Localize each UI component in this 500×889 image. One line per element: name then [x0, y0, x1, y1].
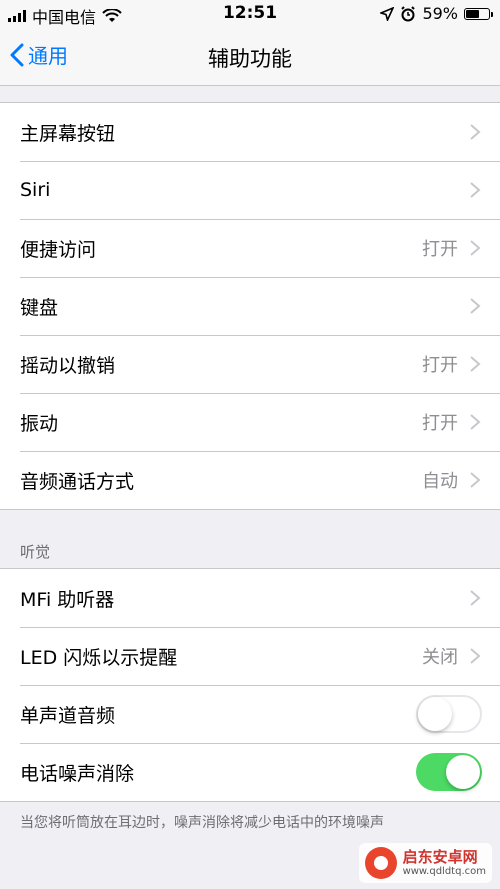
section-header-label: 听觉	[20, 543, 51, 561]
row-call-audio-routing[interactable]: 音频通话方式 自动	[0, 451, 500, 509]
chevron-right-icon	[470, 414, 481, 430]
row-label: 电话噪声消除	[20, 762, 135, 785]
row-label: 振动	[20, 412, 59, 435]
row-label: LED 闪烁以示提醒	[20, 646, 178, 669]
row-value: 打开	[422, 413, 458, 434]
alarm-icon	[401, 5, 416, 21]
status-bar: 中国电信 12:51 59%	[0, 0, 500, 30]
row-phone-noise-cancellation: 电话噪声消除	[0, 743, 500, 801]
row-value: 打开	[422, 355, 458, 376]
battery-percent: 59%	[422, 4, 458, 23]
row-value: 自动	[422, 471, 458, 492]
row-label: 单声道音频	[20, 704, 116, 727]
row-mfi-hearing-devices[interactable]: MFi 助听器	[0, 569, 500, 627]
chevron-right-icon	[470, 590, 481, 606]
toggle-knob	[418, 697, 452, 731]
row-label: 便捷访问	[20, 238, 97, 261]
watermark-logo-icon	[364, 847, 397, 879]
row-home-button[interactable]: 主屏幕按钮	[0, 103, 500, 161]
watermark-url: www.qdldtq.com	[402, 865, 486, 877]
chevron-right-icon	[470, 356, 481, 372]
row-reachability[interactable]: 便捷访问 打开	[0, 219, 500, 277]
hearing-settings-group: MFi 助听器 LED 闪烁以示提醒 关闭 单声道音频 电话噪声消除	[0, 568, 500, 802]
page-title: 辅助功能	[208, 47, 292, 71]
toggle-knob	[446, 755, 480, 789]
row-led-flash-alerts[interactable]: LED 闪烁以示提醒 关闭	[0, 627, 500, 685]
location-icon	[380, 6, 395, 21]
footer-note: 当您将听筒放在耳边时，噪声消除将减少电话中的环境噪声	[20, 815, 384, 831]
row-label: 主屏幕按钮	[20, 122, 116, 145]
row-label: MFi 助听器	[20, 588, 115, 611]
mono-audio-toggle[interactable]	[416, 695, 482, 733]
battery-icon	[464, 7, 493, 20]
noise-cancellation-toggle[interactable]	[416, 753, 482, 791]
navigation-bar: 通用 辅助功能	[0, 30, 500, 86]
row-value: 关闭	[422, 647, 458, 668]
row-siri[interactable]: Siri	[0, 161, 500, 219]
battery-fill	[466, 9, 479, 18]
status-right: 59%	[380, 4, 493, 23]
watermark: 启东安卓网 www.qdldtq.com	[358, 843, 492, 883]
watermark-title: 启东安卓网	[402, 848, 478, 867]
row-vibration[interactable]: 振动 打开	[0, 393, 500, 451]
general-settings-group: 主屏幕按钮 Siri 便捷访问 打开 键盘 摇动以撤销 打开 振动 打开 音频通…	[0, 102, 500, 510]
chevron-right-icon	[470, 648, 481, 664]
chevron-right-icon	[470, 240, 481, 256]
section-header-hearing: 听觉	[0, 510, 500, 568]
row-shake-to-undo[interactable]: 摇动以撤销 打开	[0, 335, 500, 393]
row-label: 摇动以撤销	[20, 354, 116, 377]
row-keyboard[interactable]: 键盘	[0, 277, 500, 335]
chevron-right-icon	[470, 298, 481, 314]
chevron-right-icon	[470, 124, 481, 140]
row-label: 音频通话方式	[20, 470, 135, 493]
row-label: Siri	[20, 179, 51, 201]
row-label: 键盘	[20, 296, 59, 319]
row-value: 打开	[422, 239, 458, 260]
row-mono-audio: 单声道音频	[0, 685, 500, 743]
chevron-right-icon	[470, 182, 481, 198]
chevron-right-icon	[470, 472, 481, 488]
